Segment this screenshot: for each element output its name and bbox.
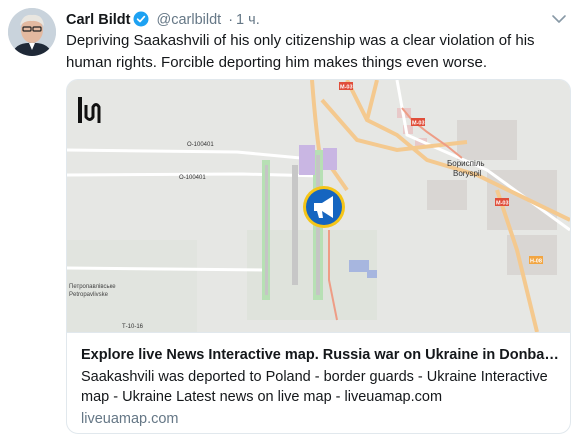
map-road-badge: М-03 <box>339 82 353 91</box>
event-marker[interactable] <box>303 186 345 228</box>
author-handle[interactable]: @carlbildt <box>156 12 221 28</box>
map-road-label: О-100401 <box>187 142 214 148</box>
tweet-timestamp[interactable]: 1 ч. <box>236 12 260 28</box>
map-road-badge: М-03 <box>495 198 509 207</box>
map-road-badge-text: М-03 <box>340 85 353 91</box>
card-map-image[interactable]: О-100401 О-100401 Т-10-16 М-03 М-03 М-03… <box>67 80 570 332</box>
author-name[interactable]: Carl Bildt <box>66 12 130 28</box>
chevron-down-icon[interactable] <box>551 12 567 24</box>
card-body[interactable]: Explore live News Interactive map. Russi… <box>67 332 570 433</box>
tweet-header: Carl Bildt @carlbildt · 1 ч. <box>66 10 260 30</box>
map-road-badge-text: М-03 <box>412 121 425 127</box>
map-village-label: Petropavlivske <box>69 292 109 298</box>
tweet[interactable]: Carl Bildt @carlbildt · 1 ч. Depriving Sa… <box>0 0 579 442</box>
map-road-badge: М-03 <box>411 118 425 127</box>
map-road-badge-text: М-03 <box>496 201 509 207</box>
map-road-label: О-100401 <box>179 175 206 181</box>
liveuamap-logo <box>78 95 104 125</box>
map-road-label: Т-10-16 <box>122 324 144 330</box>
map-road-badge: Н-08 <box>529 256 543 265</box>
map-city-label: Бориспіль <box>447 159 485 168</box>
map-village-label: Петропавлівське <box>69 284 116 290</box>
card-title[interactable]: Explore live News Interactive map. Russi… <box>81 345 559 365</box>
card-description: Saakashvili was deported to Poland - bor… <box>81 369 548 405</box>
tweet-text: Depriving Saakashvili of his only citize… <box>66 32 535 71</box>
map-city-label: Boryspil <box>453 169 482 178</box>
card-domain[interactable]: liveuamap.com <box>81 409 179 429</box>
header-separator: · <box>228 12 234 28</box>
map-road-badge-text: Н-08 <box>530 259 542 265</box>
avatar[interactable] <box>8 8 56 56</box>
link-card[interactable]: О-100401 О-100401 Т-10-16 М-03 М-03 М-03… <box>66 79 571 434</box>
